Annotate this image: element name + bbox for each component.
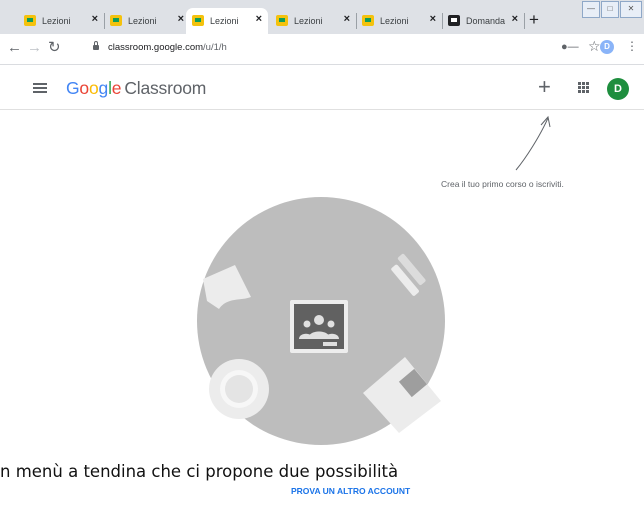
google-classroom-logo[interactable]: Google Classroom [66, 78, 206, 99]
switch-account-link[interactable]: PROVA UN ALTRO ACCOUNT [291, 486, 410, 496]
close-window-icon[interactable]: ✕ [620, 1, 642, 18]
classroom-favicon-icon [192, 15, 204, 26]
browser-profile-avatar[interactable]: D [600, 40, 614, 54]
tab-label: Domanda [466, 16, 506, 26]
browser-menu-icon[interactable]: ⋮ [626, 40, 638, 52]
form-favicon-icon [448, 15, 460, 26]
coffee-cup-icon [209, 359, 269, 419]
tab-label: Lezioni [42, 16, 71, 26]
classroom-favicon-icon [110, 15, 122, 26]
url-host: classroom.google.com [108, 42, 204, 53]
reload-icon[interactable]: ↻ [48, 40, 61, 56]
key-icon[interactable]: ●— [561, 41, 579, 53]
google-apps-icon[interactable] [578, 82, 589, 93]
create-or-join-class-button[interactable]: + [538, 76, 551, 98]
tab-label: Lezioni [380, 16, 409, 26]
account-avatar[interactable]: D [607, 78, 629, 100]
new-tab-button[interactable]: + [529, 11, 539, 28]
back-icon[interactable]: ← [7, 40, 22, 56]
browser-tab[interactable]: Lezioni × [104, 8, 190, 34]
tab-close-icon[interactable]: × [430, 13, 436, 25]
url-path: /u/1/h [203, 42, 227, 53]
browser-tab[interactable]: Domanda × [442, 8, 525, 34]
classroom-favicon-icon [24, 15, 36, 26]
bookmark-star-icon[interactable]: ☆ [588, 38, 601, 55]
forward-icon[interactable]: → [27, 40, 42, 56]
tab-close-icon[interactable]: × [92, 13, 98, 25]
hint-arrow-icon [515, 115, 551, 171]
browser-tab[interactable]: Lezioni × [270, 8, 357, 34]
document-caption: n menù a tendina che ci propone due poss… [0, 462, 399, 481]
classroom-favicon-icon [276, 15, 288, 26]
browser-tab[interactable]: Lezioni × [18, 8, 105, 34]
minimize-window-icon[interactable]: — [582, 1, 600, 18]
classroom-favicon-icon [362, 15, 374, 26]
tab-close-icon[interactable]: × [178, 13, 184, 25]
browser-tab-strip: Lezioni × Lezioni × Lezioni × Lezioni × … [0, 0, 644, 34]
empty-state-hint: Crea il tuo primo corso o iscriviti. [441, 179, 564, 189]
browser-tab[interactable]: Lezioni × [356, 8, 443, 34]
classroom-board-icon [290, 300, 348, 353]
browser-tab-active[interactable]: Lezioni × [186, 8, 268, 34]
tab-close-icon[interactable]: × [512, 13, 518, 25]
main-menu-icon[interactable] [33, 83, 47, 93]
maximize-window-icon[interactable]: □ [601, 1, 619, 18]
url-text[interactable]: classroom.google.com/u/1/h [108, 42, 227, 53]
tab-label: Lezioni [128, 16, 157, 26]
tab-label: Lezioni [294, 16, 323, 26]
tab-close-icon[interactable]: × [256, 13, 262, 25]
tab-label: Lezioni [210, 16, 239, 26]
lock-icon [93, 41, 99, 50]
empty-classroom-illustration [197, 197, 445, 445]
tab-close-icon[interactable]: × [344, 13, 350, 25]
